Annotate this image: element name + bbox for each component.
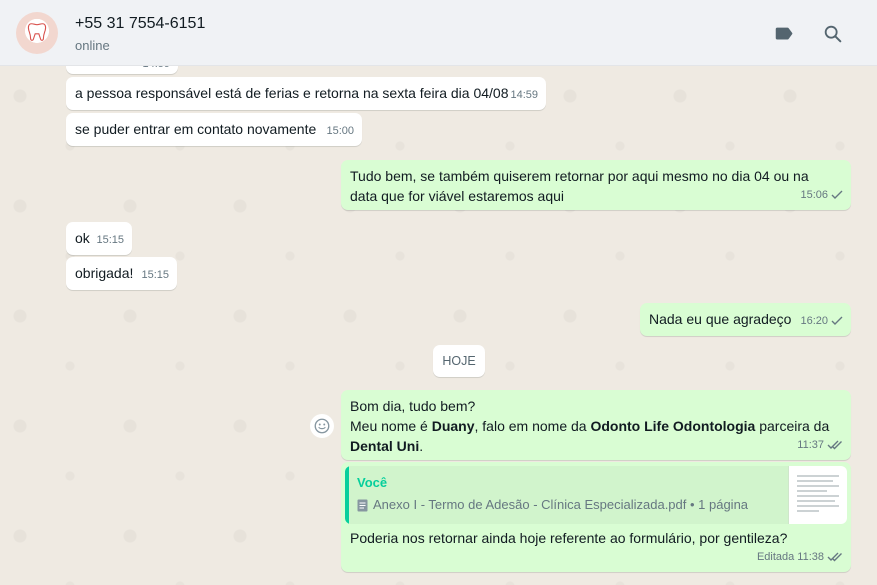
- message-bubble-out[interactable]: Você Anexo I - Termo de Adesão - Clínica…: [341, 462, 851, 572]
- single-check-icon: [831, 316, 843, 325]
- double-check-icon: [827, 552, 842, 562]
- document-thumbnail: [788, 466, 847, 524]
- message-text-line: Dental Uni.: [350, 438, 424, 454]
- contact-name[interactable]: +55 31 7554-6151: [75, 15, 205, 33]
- edited-label: Editada: [756, 551, 795, 563]
- message-bubble-in[interactable]: 14:59: [66, 66, 178, 74]
- double-check-icon: [827, 440, 842, 450]
- message-time: 15:00: [326, 125, 354, 137]
- message-bubble-in[interactable]: obrigada! 15:15: [66, 257, 177, 290]
- message-text: se puder entrar em contato novamente: [75, 121, 317, 137]
- message-text-line: Bom dia, tudo bem?: [350, 398, 476, 414]
- message-time: 11:37: [797, 439, 824, 451]
- document-preview-icon: [793, 470, 843, 520]
- message-time: 11:38: [797, 551, 824, 563]
- message-text: ok: [75, 230, 90, 246]
- contact-avatar[interactable]: [16, 12, 58, 54]
- smiley-icon: [314, 418, 330, 434]
- message-bubble-out[interactable]: Nada eu que agradeço 16:20: [640, 303, 851, 336]
- message-time: 15:15: [141, 269, 169, 281]
- single-check-icon: [831, 190, 843, 199]
- message-time: 15:15: [96, 234, 124, 246]
- document-icon: [357, 499, 368, 511]
- quote-file-name: Anexo I - Termo de Adesão - Clínica Espe…: [373, 497, 749, 512]
- message-bubble-in[interactable]: ok 15:15: [66, 222, 132, 255]
- message-text-line: data que for viável estaremos aqui: [350, 188, 565, 204]
- message-bubble-out[interactable]: Tudo bem, se também quiserem retornar po…: [341, 160, 851, 210]
- contact-status: online: [75, 38, 110, 53]
- quoted-message[interactable]: Você Anexo I - Termo de Adesão - Clínica…: [345, 466, 847, 524]
- bold-company: Odonto Life Odontologia: [590, 418, 756, 434]
- message-bubble-out[interactable]: Bom dia, tudo bem? Meu nome é Duany, fal…: [341, 390, 851, 460]
- message-text-line: Meu nome é Duany, falo em nome da Odonto…: [350, 418, 830, 434]
- message-time: 14:59: [142, 66, 170, 74]
- tooth-logo-icon: [27, 23, 47, 41]
- message-text: a pessoa responsável está de ferias e re…: [75, 85, 509, 101]
- message-text-line: Tudo bem, se também quiserem retornar po…: [350, 168, 809, 184]
- bold-partner: Dental Uni: [350, 438, 420, 454]
- quote-accent-bar: [345, 466, 349, 524]
- chat-header[interactable]: +55 31 7554-6151 online: [0, 0, 877, 66]
- quote-author: Você: [357, 475, 388, 490]
- date-divider: HOJE: [433, 345, 485, 377]
- message-list[interactable]: 14:59 a pessoa responsável está de feria…: [0, 66, 877, 585]
- message-bubble-in[interactable]: a pessoa responsável está de ferias e re…: [66, 77, 546, 110]
- message-text: Nada eu que agradeço: [649, 311, 792, 327]
- message-time: 16:20: [800, 315, 828, 327]
- search-icon[interactable]: [822, 23, 844, 45]
- reaction-emoji-button[interactable]: [310, 414, 334, 438]
- bold-name: Duany: [431, 418, 475, 434]
- label-icon[interactable]: [773, 23, 795, 45]
- message-bubble-in[interactable]: se puder entrar em contato novamente 15:…: [66, 113, 362, 146]
- message-text: obrigada!: [75, 265, 134, 281]
- quote-file: Anexo I - Termo de Adesão - Clínica Espe…: [357, 495, 748, 515]
- message-text: Poderia nos retornar ainda hoje referent…: [350, 530, 788, 546]
- message-time: 15:06: [800, 189, 828, 201]
- message-time: 14:59: [510, 89, 538, 101]
